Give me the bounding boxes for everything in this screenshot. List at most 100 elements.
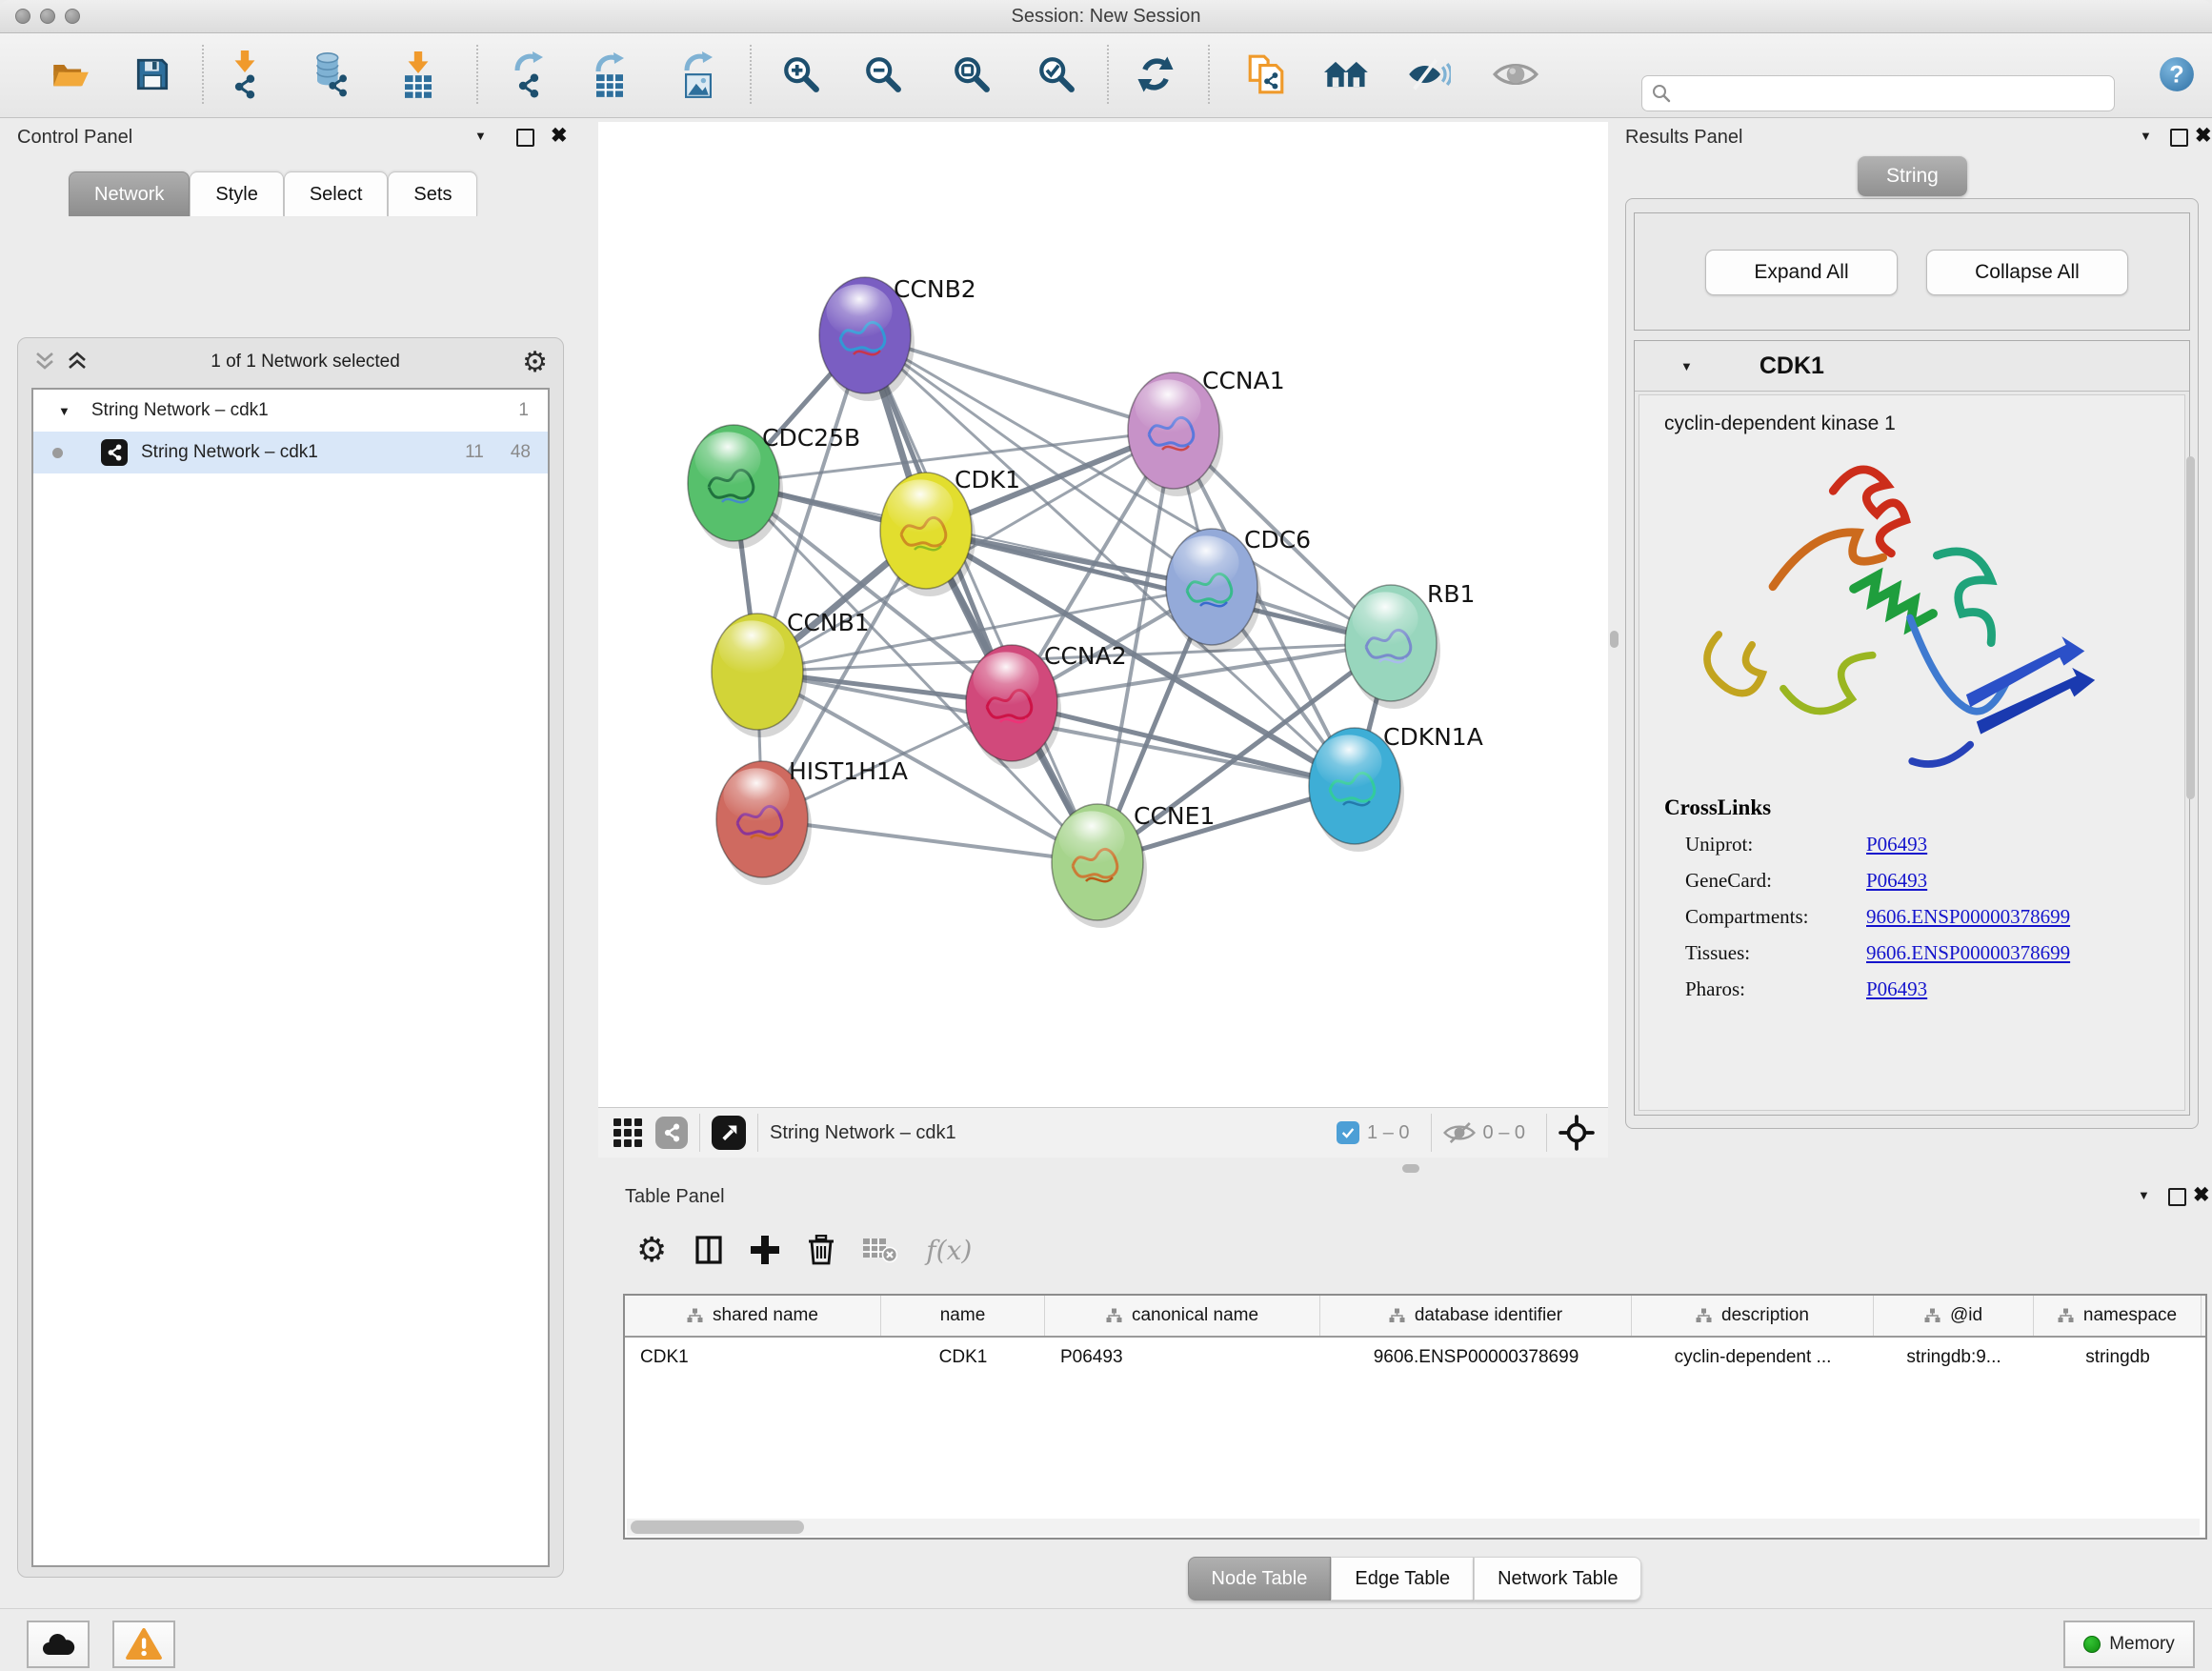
columns-icon[interactable] [695, 1236, 722, 1264]
help-button[interactable]: ? [2145, 43, 2208, 106]
column-header-shared-name[interactable]: shared name [625, 1296, 881, 1336]
tree-expand-icon[interactable]: ▼ [58, 404, 70, 418]
export-image-button[interactable] [667, 43, 730, 106]
network-node-cdkn1a[interactable]: CDKN1A [1309, 723, 1483, 852]
column-header-description[interactable]: description [1632, 1296, 1874, 1336]
vertical-splitter-handle[interactable] [1610, 631, 1619, 648]
network-node-cdc6[interactable]: CDC6 [1166, 526, 1311, 653]
uniprot-link[interactable]: P06493 [1866, 833, 1927, 856]
import-table-button[interactable] [387, 43, 450, 106]
table-cell[interactable]: CDK1 [881, 1338, 1045, 1378]
table-cell[interactable]: P06493 [1045, 1338, 1320, 1378]
horizontal-splitter-handle[interactable] [1402, 1164, 1419, 1173]
tab-sets[interactable]: Sets [388, 171, 477, 216]
save-session-button[interactable] [121, 43, 184, 106]
expand-all-button[interactable]: Expand All [1705, 250, 1898, 295]
section-expand-icon[interactable]: ▼ [1680, 359, 1693, 373]
collapse-all-icon[interactable] [33, 352, 56, 372]
expand-all-icon[interactable] [66, 352, 89, 372]
gene-section-header[interactable]: ▼ CDK1 [1635, 341, 2189, 392]
warnings-button[interactable] [112, 1621, 175, 1668]
main-toolbar: ? [0, 33, 2212, 118]
gear-icon[interactable]: ⚙ [522, 346, 548, 379]
export-network-button[interactable] [497, 43, 560, 106]
table-panel-close-button[interactable]: ✖ [2193, 1185, 2210, 1205]
control-panel-menu-button[interactable]: ▼ [474, 129, 487, 143]
import-network-from-database-button[interactable] [298, 43, 361, 106]
gear-icon[interactable]: ⚙ [636, 1230, 667, 1270]
hide-glass-panel-button[interactable] [1398, 43, 1460, 106]
column-header-name[interactable]: name [881, 1296, 1045, 1336]
network-node-ccne1[interactable]: CCNE1 [1052, 802, 1215, 928]
zoom-out-button[interactable] [852, 43, 915, 106]
export-table-button[interactable] [578, 43, 641, 106]
tab-style[interactable]: Style [190, 171, 283, 216]
zoom-selected-button[interactable] [1025, 43, 1088, 106]
results-scrollbar-thumb[interactable] [2186, 456, 2195, 799]
table-horizontal-scrollbar[interactable] [627, 1519, 2200, 1536]
pharos-link[interactable]: P06493 [1866, 977, 1927, 1001]
compartments-link[interactable]: 9606.ENSP00000378699 [1866, 905, 2070, 929]
scrollbar-thumb[interactable] [631, 1520, 804, 1534]
column-header-namespace[interactable]: namespace [2034, 1296, 2202, 1336]
search-input[interactable] [1679, 78, 2114, 109]
toolbar-divider [1208, 45, 1210, 104]
memory-button[interactable]: Memory [2063, 1621, 2195, 1668]
cloud-status-button[interactable] [27, 1621, 90, 1668]
network-node-hist1h1a[interactable]: HIST1H1A [716, 757, 908, 885]
column-header-canonical-name[interactable]: canonical name [1045, 1296, 1320, 1336]
string-home-button[interactable] [1316, 43, 1378, 106]
network-view-canvas[interactable]: CCNB2CCNA1CDC25BCDK1CDC6RB1CCNB1CCNA2CDK… [598, 122, 1608, 1107]
network-row-selected[interactable]: String Network – cdk1 11 48 [33, 432, 548, 473]
node-label: CCNA1 [1202, 367, 1285, 394]
control-panel-float-button[interactable] [516, 129, 534, 147]
zoom-fit-button[interactable] [940, 43, 1003, 106]
refresh-view-button[interactable] [1124, 43, 1187, 106]
tab-select[interactable]: Select [284, 171, 389, 216]
open-session-button[interactable] [39, 43, 102, 106]
add-column-icon[interactable] [751, 1236, 779, 1264]
table-panel-menu-button[interactable]: ▼ [2138, 1188, 2150, 1202]
network-graph[interactable]: CCNB2CCNA1CDC25BCDK1CDC6RB1CCNB1CCNA2CDK… [598, 122, 1608, 1107]
tab-network[interactable]: Network [69, 171, 190, 216]
zoom-in-button[interactable] [770, 43, 833, 106]
table-cell[interactable]: CDK1 [625, 1338, 881, 1378]
network-node-rb1[interactable]: RB1 [1345, 580, 1475, 709]
clone-network-button[interactable] [1235, 43, 1297, 106]
genecard-link[interactable]: P06493 [1866, 869, 1927, 893]
table-cell[interactable]: stringdb:9... [1874, 1338, 2034, 1378]
network-node-ccna2[interactable]: CCNA2 [966, 642, 1127, 769]
collapse-all-button[interactable]: Collapse All [1926, 250, 2128, 295]
results-panel-menu-button[interactable]: ▼ [2140, 129, 2152, 143]
network-node-ccna1[interactable]: CCNA1 [1128, 367, 1285, 496]
table-row[interactable]: CDK1CDK1P064939606.ENSP00000378699cyclin… [625, 1338, 2205, 1378]
float-window-icon [516, 129, 534, 147]
show-graphics-details-button[interactable] [1484, 43, 1547, 106]
fit-content-crosshair-icon[interactable] [1558, 1115, 1595, 1151]
column-header--id[interactable]: @id [1874, 1296, 2034, 1336]
tissues-link[interactable]: 9606.ENSP00000378699 [1866, 941, 2070, 965]
table-panel-float-button[interactable] [2168, 1188, 2186, 1206]
network-node-ccnb2[interactable]: CCNB2 [819, 275, 976, 401]
table-cell[interactable]: stringdb [2034, 1338, 2202, 1378]
share-network-icon[interactable] [655, 1117, 688, 1149]
results-panel-float-button[interactable] [2170, 129, 2188, 147]
table-cell[interactable]: cyclin-dependent ... [1632, 1338, 1874, 1378]
import-network-button[interactable] [213, 43, 276, 106]
control-panel-close-button[interactable]: ✖ [551, 126, 568, 146]
birds-eye-view-icon[interactable] [712, 1116, 746, 1150]
results-panel-title: Results Panel [1625, 127, 1742, 149]
tab-node-table[interactable]: Node Table [1188, 1557, 1332, 1601]
network-collection-row[interactable]: ▼ String Network – cdk1 1 [33, 390, 548, 432]
table-cell[interactable]: 9606.ENSP00000378699 [1320, 1338, 1632, 1378]
results-panel-close-button[interactable]: ✖ [2195, 126, 2212, 146]
tab-string[interactable]: String [1858, 156, 1967, 196]
network-edge[interactable] [762, 819, 1097, 862]
network-node-cdc25b[interactable]: CDC25B [688, 424, 860, 549]
tab-network-table[interactable]: Network Table [1474, 1557, 1641, 1601]
delete-column-icon[interactable] [808, 1235, 835, 1265]
grid-view-icon[interactable] [613, 1118, 642, 1147]
tab-edge-table[interactable]: Edge Table [1331, 1557, 1474, 1601]
column-header-database-identifier[interactable]: database identifier [1320, 1296, 1632, 1336]
selected-checkbox-icon[interactable] [1337, 1121, 1359, 1144]
